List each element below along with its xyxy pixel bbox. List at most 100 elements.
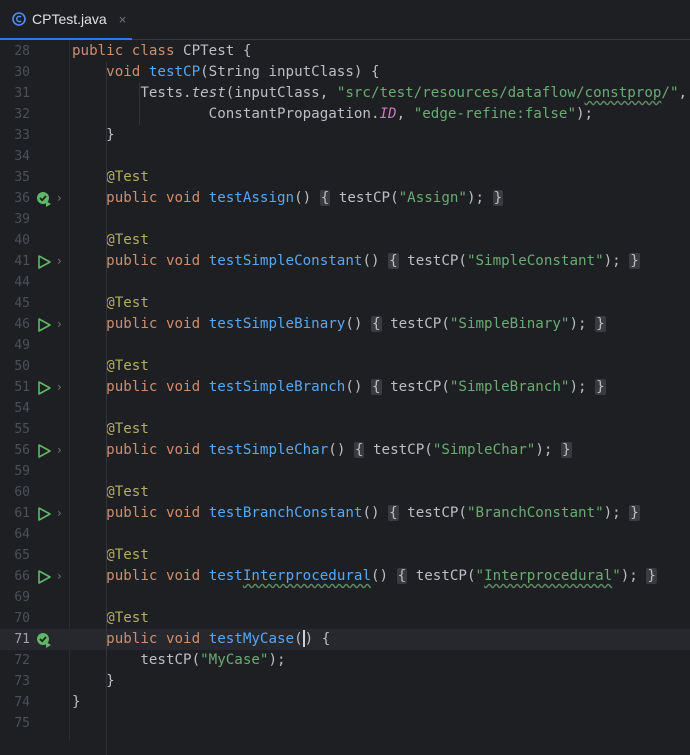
line-number: 28 [14,44,30,59]
blank-line: 75 [0,713,690,734]
blank-line: 59 [0,461,690,482]
code-line: 72 testCP("MyCase"); [0,650,690,671]
annotation-line: 40 @Test [0,230,690,251]
annotation-line: 55 @Test [0,419,690,440]
test-passed-run-icon[interactable] [36,191,52,207]
line-number: 31 [14,86,30,101]
code-text: public void testAssign() { testCP("Assig… [106,190,504,206]
code-line: 31 Tests.test(inputClass, "src/test/reso… [0,83,690,104]
code-text: @Test [106,610,149,626]
line-number: 44 [14,275,30,290]
line-number: 65 [14,548,30,563]
tab-close-icon[interactable]: × [119,12,127,27]
line-number: 70 [14,611,30,626]
folded-brace-open: { [353,442,365,458]
line-number: 55 [14,422,30,437]
code-text: public void testBranchConstant() { testC… [106,505,640,521]
folded-brace-close: } [595,379,606,395]
test-method-line: 66 › public void testInterprocedural() { … [0,566,690,587]
folded-brace-open: { [319,190,331,206]
test-passed-run-icon[interactable] [36,632,52,648]
fold-chevron-icon[interactable]: › [57,503,62,524]
line-number: 56 [14,443,30,458]
indent-guide [106,62,107,755]
run-test-icon[interactable] [36,254,52,270]
code-text: public void testInterprocedural() { test… [106,568,657,584]
blank-line: 64 [0,524,690,545]
code-editor[interactable]: 28 public class CPTest { 30 void testCP(St… [0,40,690,755]
fold-chevron-icon[interactable]: › [57,251,62,272]
line-number: 45 [14,296,30,311]
test-method-name: testSimpleBranch [208,379,346,395]
line-number: 61 [14,506,30,521]
test-method-name: testSimpleConstant [208,253,363,269]
paren-pair: () [294,629,314,647]
code-line: 73 } [0,671,690,692]
line-number: 33 [14,128,30,143]
folded-brace-close: } [629,253,640,269]
folded-brace-open: { [388,253,399,269]
run-test-icon[interactable] [36,569,52,585]
java-class-icon [12,12,26,26]
test-method-line: 56 › public void testSimpleChar() { testC… [0,440,690,461]
code-line: 33 } [0,125,690,146]
test-method-name: testMyCase [208,631,295,647]
fold-chevron-icon[interactable]: › [57,314,62,335]
fold-chevron-icon[interactable]: › [57,188,62,209]
test-method-line: 41 › public void testSimpleConstant() { t… [0,251,690,272]
folded-brace-open: { [371,379,382,395]
test-method-line: 46 › public void testSimpleBinary() { tes… [0,314,690,335]
line-number: 36 [14,191,30,206]
line-number: 73 [14,674,30,689]
code-text: public class CPTest { [72,43,252,59]
folded-brace-open: { [388,505,399,521]
code-line: 30 void testCP(String inputClass) { [0,62,690,83]
code-text: } [106,127,115,143]
folded-brace-close: } [492,190,504,206]
line-number: 34 [14,149,30,164]
line-number: 69 [14,590,30,605]
blank-line: 44 [0,272,690,293]
line-number: 51 [14,380,30,395]
run-test-icon[interactable] [36,317,52,333]
code-text: ConstantPropagation.ID, "edge-refine:fal… [208,106,594,122]
test-method-line: 71 public void testMyCase() { [0,629,690,650]
test-method-name: testBranchConstant [208,505,363,521]
test-method-line: 36 › public void testAssign() { testCP("A… [0,188,690,209]
blank-line: 49 [0,335,690,356]
blank-line: 34 [0,146,690,167]
run-test-icon[interactable] [36,443,52,459]
fold-chevron-icon[interactable]: › [57,377,62,398]
code-text: public void testSimpleBranch() { testCP(… [106,379,606,395]
code-text: } [106,673,115,689]
blank-line: 54 [0,398,690,419]
test-method-name: testInterprocedural [208,568,371,584]
fold-chevron-icon[interactable]: › [57,440,62,461]
blank-line: 39 [0,209,690,230]
tab-label: CPTest.java [32,11,107,27]
line-number: 49 [14,338,30,353]
run-test-icon[interactable] [36,380,52,396]
line-number: 71 [14,632,30,647]
annotation-line: 45 @Test [0,293,690,314]
code-text: public void testMyCase() { [106,629,331,647]
line-number: 59 [14,464,30,479]
tab-cptest-java[interactable]: CPTest.java × [0,0,132,40]
test-method-line: 61 › public void testBranchConstant() { t… [0,503,690,524]
line-number: 64 [14,527,30,542]
code-line: 28 public class CPTest { [0,41,690,62]
code-text: testCP("MyCase"); [140,652,286,668]
folded-brace-open: { [371,316,382,332]
code-text: @Test [106,169,149,185]
line-number: 66 [14,569,30,584]
line-number: 60 [14,485,30,500]
test-method-line: 51 › public void testSimpleBranch() { tes… [0,377,690,398]
fold-chevron-icon[interactable]: › [57,566,62,587]
line-number: 32 [14,107,30,122]
code-text: @Test [106,484,149,500]
line-number: 50 [14,359,30,374]
run-test-icon[interactable] [36,506,52,522]
annotation-line: 60 @Test [0,482,690,503]
code-text: @Test [106,547,149,563]
line-number: 46 [14,317,30,332]
